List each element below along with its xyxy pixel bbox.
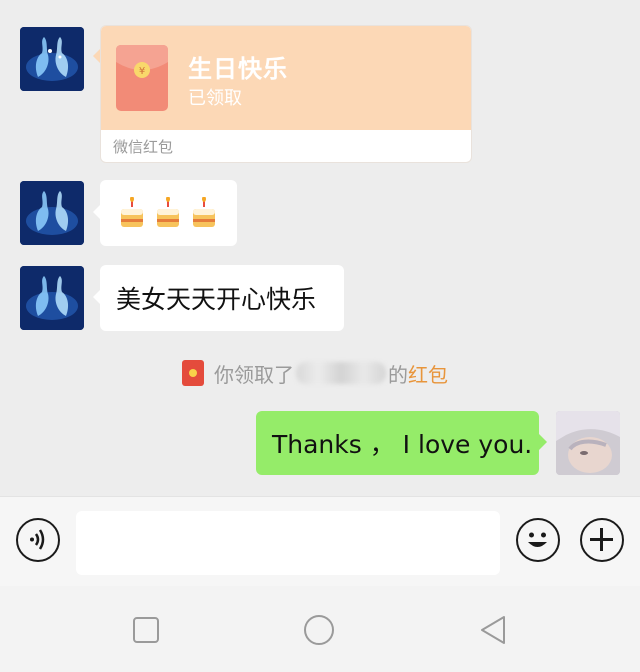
circle-icon[interactable]: [303, 614, 335, 646]
birthday-cake-icon: [121, 197, 143, 227]
message-bubble-text[interactable]: 美女天天开心快乐: [100, 265, 344, 331]
message-input[interactable]: [76, 511, 500, 575]
plus-icon: [590, 528, 613, 551]
system-nav-bar: [0, 586, 640, 672]
contact-avatar[interactable]: [20, 27, 84, 91]
notice-red-packet-link[interactable]: 红包: [408, 359, 448, 388]
red-packet-card[interactable]: ¥ 生日快乐 已领取 微信红包: [100, 25, 472, 163]
red-packet-header: ¥ 生日快乐 已领取: [101, 26, 471, 130]
red-packet-footer: 微信红包: [113, 138, 174, 156]
square-icon[interactable]: [130, 614, 162, 646]
more-button[interactable]: [580, 518, 624, 562]
birthday-cake-icon: [157, 197, 179, 227]
contact-avatar[interactable]: [20, 266, 84, 330]
red-packet-notice: 你领取了 的 红包: [182, 359, 448, 387]
swan-avatar-image: [20, 27, 84, 91]
emoji-button[interactable]: [516, 518, 560, 562]
bubble-tail: [539, 434, 547, 450]
svg-text:¥: ¥: [139, 66, 145, 77]
input-bar: [0, 496, 640, 586]
message-bubble-cakes[interactable]: [100, 180, 237, 246]
blurred-name: [296, 362, 386, 384]
triangle-back-icon[interactable]: [478, 614, 510, 646]
swan-avatar-image: [20, 181, 84, 245]
swan-avatar-image: [20, 266, 84, 330]
notice-prefix: 你领取了: [214, 362, 294, 387]
red-packet-title: 生日快乐: [188, 55, 288, 83]
chat-area: ¥ 生日快乐 已领取 微信红包 美女天天开心快乐 你领取了 的 红包 Thank…: [0, 0, 640, 496]
emoji-icon: [528, 532, 547, 547]
contact-avatar[interactable]: [20, 181, 84, 245]
notice-middle: 的: [388, 362, 408, 387]
red-packet-status: 已领取: [188, 88, 242, 109]
message-bubble-sent[interactable]: Thanks ， I love you.: [256, 411, 539, 475]
user-avatar[interactable]: [556, 411, 620, 475]
voice-icon: [30, 529, 45, 550]
birthday-cake-icon: [193, 197, 215, 227]
red-packet-small-icon: [182, 360, 204, 386]
user-avatar-image: [556, 411, 620, 475]
voice-button[interactable]: [16, 518, 60, 562]
red-envelope-icon: ¥: [116, 45, 168, 111]
